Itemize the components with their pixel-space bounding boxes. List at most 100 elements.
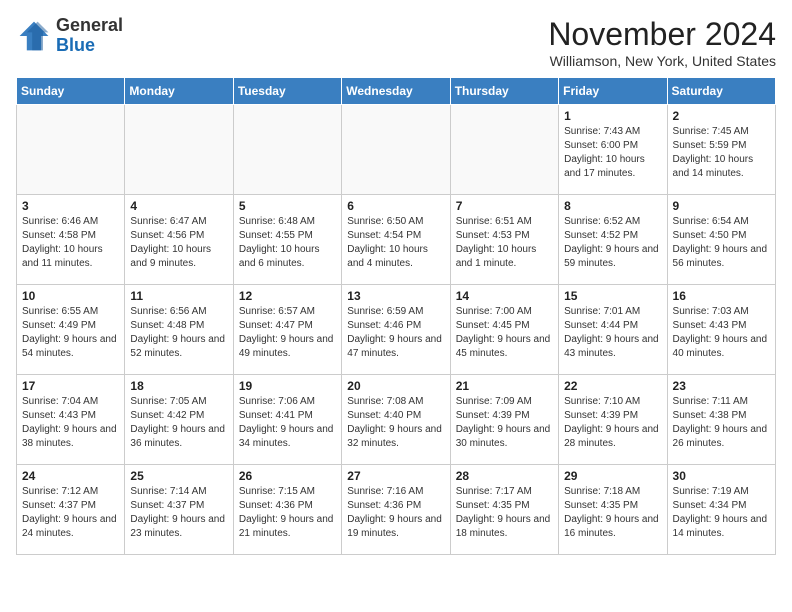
- table-row: 22 Sunrise: 7:10 AM Sunset: 4:39 PM Dayli…: [559, 375, 667, 465]
- location: Williamson, New York, United States: [548, 53, 776, 69]
- day-number: 30: [673, 469, 770, 483]
- day-number: 17: [22, 379, 119, 393]
- table-row: 1Sunrise: 7:43 AM Sunset: 6:00 PM Daylig…: [559, 105, 667, 195]
- table-row: 8 Sunrise: 6:52 AM Sunset: 4:52 PM Daylig…: [559, 195, 667, 285]
- calendar-week-row: 10Sunrise: 6:55 AM Sunset: 4:49 PM Dayli…: [17, 285, 776, 375]
- table-row: [125, 105, 233, 195]
- day-number: 27: [347, 469, 444, 483]
- table-row: 19Sunrise: 7:06 AM Sunset: 4:41 PM Dayli…: [233, 375, 341, 465]
- month-title: November 2024: [548, 16, 776, 53]
- table-row: [233, 105, 341, 195]
- table-row: 10Sunrise: 6:55 AM Sunset: 4:49 PM Dayli…: [17, 285, 125, 375]
- table-row: 4 Sunrise: 6:47 AM Sunset: 4:56 PM Daylig…: [125, 195, 233, 285]
- logo-text: General Blue: [56, 16, 123, 56]
- day-info: Sunrise: 7:12 AM Sunset: 4:37 PM Dayligh…: [22, 485, 119, 541]
- table-row: 21 Sunrise: 7:09 AM Sunset: 4:39 PM Dayli…: [450, 375, 558, 465]
- day-info: Sunrise: 7:43 AM Sunset: 6:00 PM Dayligh…: [564, 125, 661, 181]
- day-info: Sunrise: 7:10 AM Sunset: 4:39 PM Dayligh…: [564, 395, 661, 451]
- table-row: 3Sunrise: 6:46 AM Sunset: 4:58 PM Daylig…: [17, 195, 125, 285]
- day-info: Sunrise: 6:56 AM Sunset: 4:48 PM Dayligh…: [130, 305, 227, 361]
- day-number: 18: [130, 379, 227, 393]
- day-info: Sunrise: 7:11 AM Sunset: 4:38 PM Dayligh…: [673, 395, 770, 451]
- table-row: 17 Sunrise: 7:04 AM Sunset: 4:43 PM Dayli…: [17, 375, 125, 465]
- table-row: 15Sunrise: 7:01 AM Sunset: 4:44 PM Dayli…: [559, 285, 667, 375]
- day-number: 7: [456, 199, 553, 213]
- header-monday: Monday: [125, 78, 233, 105]
- day-info: Sunrise: 7:16 AM Sunset: 4:36 PM Dayligh…: [347, 485, 444, 541]
- title-area: November 2024 Williamson, New York, Unit…: [548, 16, 776, 69]
- day-info: Sunrise: 7:45 AM Sunset: 5:59 PM Dayligh…: [673, 125, 770, 181]
- day-number: 20: [347, 379, 444, 393]
- day-number: 2: [673, 109, 770, 123]
- day-number: 5: [239, 199, 336, 213]
- table-row: 9Sunrise: 6:54 AM Sunset: 4:50 PM Daylig…: [667, 195, 775, 285]
- day-number: 3: [22, 199, 119, 213]
- table-row: 23Sunrise: 7:11 AM Sunset: 4:38 PM Dayli…: [667, 375, 775, 465]
- day-number: 21: [456, 379, 553, 393]
- day-number: 12: [239, 289, 336, 303]
- day-number: 24: [22, 469, 119, 483]
- day-number: 25: [130, 469, 227, 483]
- calendar-week-row: 3Sunrise: 6:46 AM Sunset: 4:58 PM Daylig…: [17, 195, 776, 285]
- calendar-week-row: 1Sunrise: 7:43 AM Sunset: 6:00 PM Daylig…: [17, 105, 776, 195]
- table-row: 28Sunrise: 7:17 AM Sunset: 4:35 PM Dayli…: [450, 465, 558, 555]
- header-saturday: Saturday: [667, 78, 775, 105]
- day-number: 13: [347, 289, 444, 303]
- day-info: Sunrise: 6:52 AM Sunset: 4:52 PM Dayligh…: [564, 215, 661, 271]
- day-number: 22: [564, 379, 661, 393]
- day-info: Sunrise: 7:19 AM Sunset: 4:34 PM Dayligh…: [673, 485, 770, 541]
- table-row: 2 Sunrise: 7:45 AM Sunset: 5:59 PM Daylig…: [667, 105, 775, 195]
- calendar-table: Sunday Monday Tuesday Wednesday Thursday…: [16, 77, 776, 555]
- table-row: 26 Sunrise: 7:15 AM Sunset: 4:36 PM Dayli…: [233, 465, 341, 555]
- table-row: 6 Sunrise: 6:50 AM Sunset: 4:54 PM Daylig…: [342, 195, 450, 285]
- logo-general-text: General: [56, 15, 123, 35]
- header-thursday: Thursday: [450, 78, 558, 105]
- table-row: 25 Sunrise: 7:14 AM Sunset: 4:37 PM Dayli…: [125, 465, 233, 555]
- day-number: 6: [347, 199, 444, 213]
- table-row: [342, 105, 450, 195]
- day-info: Sunrise: 6:48 AM Sunset: 4:55 PM Dayligh…: [239, 215, 336, 271]
- day-info: Sunrise: 6:50 AM Sunset: 4:54 PM Dayligh…: [347, 215, 444, 271]
- table-row: 30 Sunrise: 7:19 AM Sunset: 4:34 PM Dayli…: [667, 465, 775, 555]
- day-info: Sunrise: 7:05 AM Sunset: 4:42 PM Dayligh…: [130, 395, 227, 451]
- table-row: 7 Sunrise: 6:51 AM Sunset: 4:53 PM Daylig…: [450, 195, 558, 285]
- calendar-header-row: Sunday Monday Tuesday Wednesday Thursday…: [17, 78, 776, 105]
- logo-blue-text: Blue: [56, 35, 95, 55]
- day-info: Sunrise: 7:14 AM Sunset: 4:37 PM Dayligh…: [130, 485, 227, 541]
- day-number: 16: [673, 289, 770, 303]
- day-info: Sunrise: 7:06 AM Sunset: 4:41 PM Dayligh…: [239, 395, 336, 451]
- header-wednesday: Wednesday: [342, 78, 450, 105]
- table-row: 5 Sunrise: 6:48 AM Sunset: 4:55 PM Daylig…: [233, 195, 341, 285]
- table-row: [17, 105, 125, 195]
- day-info: Sunrise: 6:59 AM Sunset: 4:46 PM Dayligh…: [347, 305, 444, 361]
- day-info: Sunrise: 6:51 AM Sunset: 4:53 PM Dayligh…: [456, 215, 553, 271]
- table-row: [450, 105, 558, 195]
- table-row: 16 Sunrise: 7:03 AM Sunset: 4:43 PM Dayli…: [667, 285, 775, 375]
- day-number: 26: [239, 469, 336, 483]
- logo-icon: [16, 18, 52, 54]
- day-info: Sunrise: 7:04 AM Sunset: 4:43 PM Dayligh…: [22, 395, 119, 451]
- day-info: Sunrise: 6:54 AM Sunset: 4:50 PM Dayligh…: [673, 215, 770, 271]
- header-friday: Friday: [559, 78, 667, 105]
- day-number: 14: [456, 289, 553, 303]
- day-info: Sunrise: 7:03 AM Sunset: 4:43 PM Dayligh…: [673, 305, 770, 361]
- day-number: 4: [130, 199, 227, 213]
- day-info: Sunrise: 7:09 AM Sunset: 4:39 PM Dayligh…: [456, 395, 553, 451]
- table-row: 14 Sunrise: 7:00 AM Sunset: 4:45 PM Dayli…: [450, 285, 558, 375]
- day-info: Sunrise: 7:01 AM Sunset: 4:44 PM Dayligh…: [564, 305, 661, 361]
- day-info: Sunrise: 7:18 AM Sunset: 4:35 PM Dayligh…: [564, 485, 661, 541]
- day-info: Sunrise: 7:00 AM Sunset: 4:45 PM Dayligh…: [456, 305, 553, 361]
- table-row: 13 Sunrise: 6:59 AM Sunset: 4:46 PM Dayli…: [342, 285, 450, 375]
- calendar-week-row: 17 Sunrise: 7:04 AM Sunset: 4:43 PM Dayli…: [17, 375, 776, 465]
- day-info: Sunrise: 6:47 AM Sunset: 4:56 PM Dayligh…: [130, 215, 227, 271]
- day-info: Sunrise: 7:08 AM Sunset: 4:40 PM Dayligh…: [347, 395, 444, 451]
- day-number: 8: [564, 199, 661, 213]
- table-row: 12 Sunrise: 6:57 AM Sunset: 4:47 PM Dayli…: [233, 285, 341, 375]
- day-info: Sunrise: 6:57 AM Sunset: 4:47 PM Dayligh…: [239, 305, 336, 361]
- day-number: 28: [456, 469, 553, 483]
- header: General Blue November 2024 Williamson, N…: [16, 16, 776, 69]
- day-number: 10: [22, 289, 119, 303]
- day-info: Sunrise: 7:15 AM Sunset: 4:36 PM Dayligh…: [239, 485, 336, 541]
- table-row: 18 Sunrise: 7:05 AM Sunset: 4:42 PM Dayli…: [125, 375, 233, 465]
- header-tuesday: Tuesday: [233, 78, 341, 105]
